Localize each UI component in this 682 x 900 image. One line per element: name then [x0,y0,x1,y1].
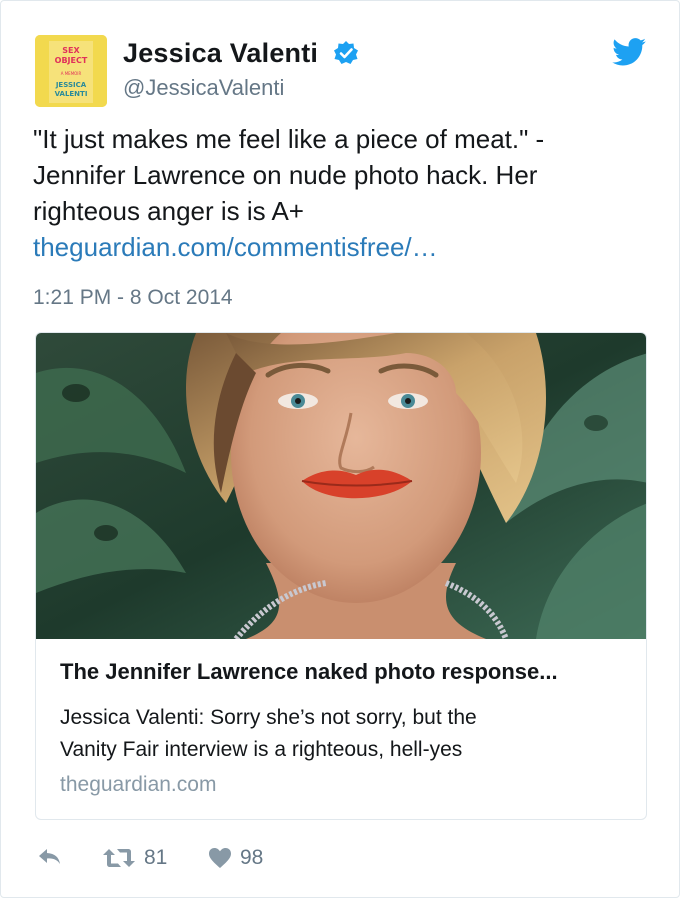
tweet-text: "It just makes me feel like a piece of m… [33,121,633,265]
like-count: 98 [240,846,264,869]
avatar-text-0: SEX [62,46,80,55]
card-description-line: Vanity Fair interview is a righteous, he… [60,738,463,761]
author-handle[interactable]: @JessicaValenti [123,75,284,101]
tweet-text-line: Jennifer Lawrence on nude photo hack. He… [33,160,538,190]
like-button[interactable]: 98 [208,846,263,870]
tweet-timestamp[interactable]: 1:21 PM - 8 Oct 2014 [33,286,233,310]
tweet-text-line: "It just makes me feel like a piece of m… [33,124,545,154]
avatar-image: SEX OBJECT A MEMOIR JESSICA VALENTI [35,35,107,107]
twitter-bird-icon[interactable] [612,38,646,66]
avatar-text-4: VALENTI [55,90,88,98]
verified-badge-icon [334,41,358,64]
reply-button[interactable] [36,846,64,868]
link-card[interactable]: The Jennifer Lawrence naked photo respon… [35,332,647,820]
reply-icon [39,849,60,864]
tweet-text-line: righteous anger is is A+ [33,196,304,226]
card-image[interactable] [36,333,647,639]
avatar-text-3: JESSICA [55,81,87,89]
card-domain[interactable]: theguardian.com [60,773,216,797]
avatar[interactable]: SEX OBJECT A MEMOIR JESSICA VALENTI [35,35,107,107]
retweet-button[interactable]: 81 [102,846,167,870]
retweet-count: 81 [144,846,168,869]
heart-icon [209,848,231,868]
avatar-text-1: OBJECT [55,56,88,65]
author-name[interactable]: Jessica Valenti [123,38,318,69]
card-description: Jessica Valenti: Sorry she’s not sorry, … [60,702,620,766]
tweet-link[interactable]: theguardian.com/commentisfree/… [33,232,438,262]
avatar-text-2: A MEMOIR [61,71,82,76]
retweet-icon [103,849,135,867]
card-title[interactable]: The Jennifer Lawrence naked photo respon… [60,659,630,685]
card-description-line: Jessica Valenti: Sorry she’s not sorry, … [60,706,477,729]
